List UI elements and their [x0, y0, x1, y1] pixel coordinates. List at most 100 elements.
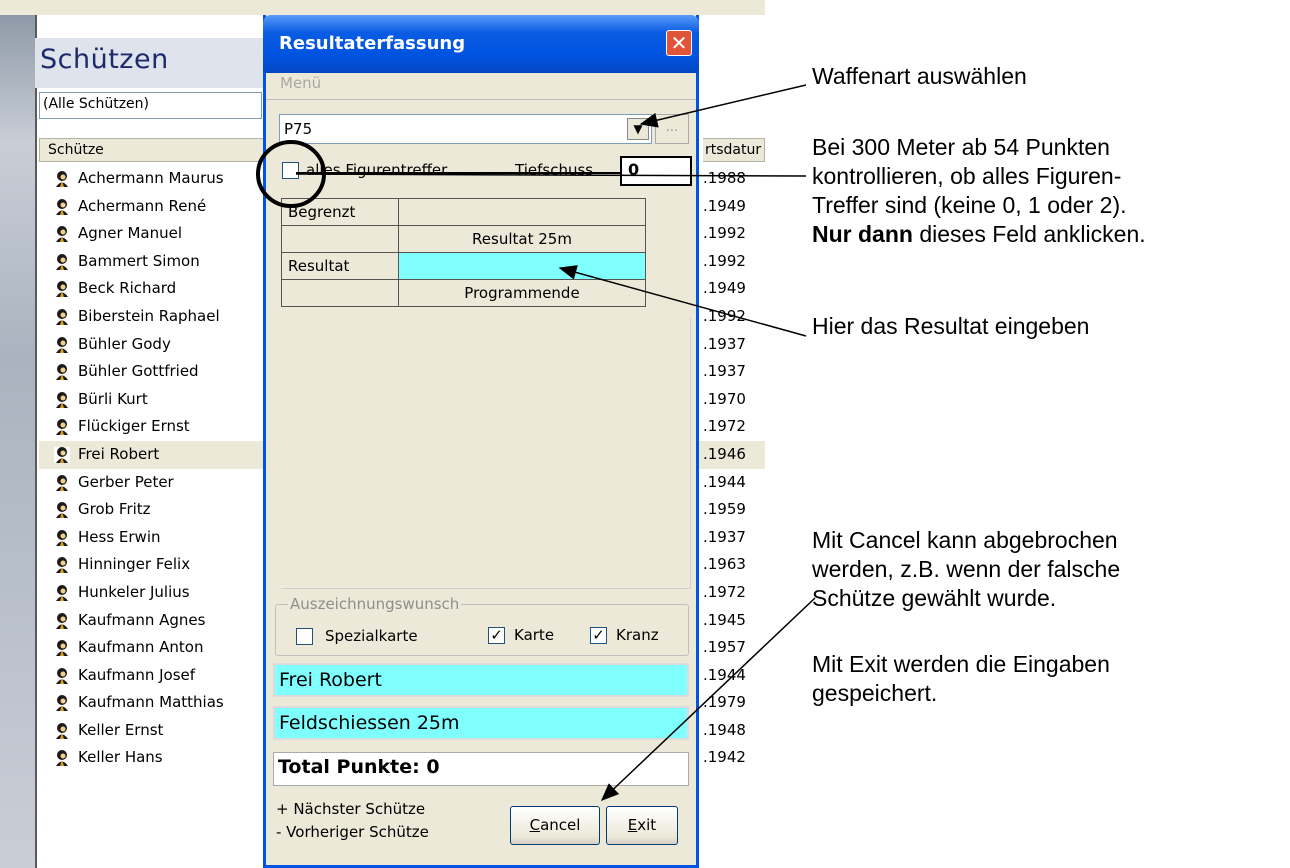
birth-date: .1942 [703, 748, 746, 767]
cancel-label: ancel [540, 816, 581, 834]
birth-date: .1948 [703, 720, 746, 739]
shooter-name: Kaufmann Josef [78, 665, 196, 684]
chevron-down-icon[interactable]: ▼ [627, 118, 649, 140]
next-shooter-hint: + Nächster Schütze [276, 800, 426, 818]
program-field: Feldschiessen 25m [273, 706, 689, 740]
shooter-name: Keller Ernst [78, 720, 164, 739]
browse-button[interactable]: ... [655, 114, 689, 144]
annotation-line-1: Mit Cancel kann abgebrochen [812, 527, 1118, 553]
shooter-name: Kaufmann Matthias [78, 693, 224, 712]
shooter-name: Bühler Gottfried [78, 362, 199, 381]
menu-item-menu[interactable]: Menü [280, 74, 321, 92]
top-toolbar-strip [0, 0, 765, 16]
cancel-button[interactable]: Cancel [510, 806, 600, 845]
karte-label: Karte [514, 626, 555, 644]
spezialkarte-checkbox[interactable] [296, 628, 313, 645]
award-group-label: Auszeichnungswunsch [288, 595, 462, 613]
shooter-filter-select[interactable]: (Alle Schützen) [39, 92, 262, 119]
close-button[interactable]: ✕ [666, 30, 692, 56]
annotation-weapon: Waffenart auswählen [812, 63, 1027, 89]
annotation-bold: Nur dann [812, 221, 913, 247]
shooter-name: Bühler Gody [78, 334, 171, 353]
alles-figurentreffer-checkbox[interactable] [282, 162, 299, 179]
birth-date: .1944 [703, 472, 746, 491]
exit-button[interactable]: Exit [606, 806, 678, 845]
close-icon: ✕ [670, 31, 688, 55]
birth-date: .1946 [703, 444, 746, 463]
result-list-area [281, 318, 691, 589]
shooter-name: Bammert Simon [78, 251, 200, 270]
shooter-name: Agner Manuel [78, 224, 182, 243]
cancel-accesskey: C [529, 816, 541, 834]
birth-date: .1963 [703, 555, 746, 574]
dialog-titlebar: Resultaterfassung ✕ [263, 15, 699, 73]
annotation-rest: dieses Feld anklicken. [912, 221, 1146, 247]
left-window-edge [0, 15, 35, 868]
birth-date: .1972 [703, 417, 746, 436]
dialog-title: Resultaterfassung [279, 33, 466, 54]
annotation-line-3: Treffer sind (keine 0, 1 oder 2). [812, 192, 1127, 218]
result-input-cell[interactable] [398, 252, 646, 280]
shooter-name: Kaufmann Anton [78, 638, 204, 657]
grid-cell-begrenzt: Begrenzt [281, 198, 399, 226]
birth-date: .1979 [703, 693, 746, 712]
grid-cell-empty [281, 225, 399, 253]
shooter-name: Achermann Maurus [78, 169, 224, 187]
app-title: Schützen [40, 44, 169, 75]
shooter-name: Grob Fritz [78, 500, 151, 519]
birth-date: .1959 [703, 500, 746, 519]
exit-label: xit [637, 816, 657, 834]
column-header-name[interactable]: Schütze [39, 138, 265, 162]
shooter-name: Keller Hans [78, 748, 163, 767]
birth-date: .1937 [703, 334, 746, 353]
tiefschuss-input[interactable]: 0 [620, 156, 692, 186]
grid-cell-resultat-25m: Resultat 25m [398, 225, 646, 253]
annotation-line-2: kontrollieren, ob alles Figuren- [812, 163, 1122, 189]
birth-date: .1944 [703, 665, 746, 684]
shooter-name: Biberstein Raphael [78, 306, 220, 325]
menu-divider [266, 99, 696, 100]
kranz-checkbox[interactable]: ✓ [590, 627, 607, 644]
birth-date: .1992 [703, 224, 746, 243]
shooter-name: Gerber Peter [78, 472, 174, 491]
birth-date: .1937 [703, 527, 746, 546]
birth-date: .1988 [703, 169, 746, 187]
total-points-field: Total Punkte: 0 [273, 752, 689, 786]
birth-date: .1949 [703, 279, 746, 298]
karte-checkbox[interactable]: ✓ [488, 627, 505, 644]
shooter-name-field: Frei Robert [273, 663, 689, 697]
shooter-name: Hess Erwin [78, 527, 161, 546]
column-header-date[interactable]: rtsdatur [703, 138, 765, 162]
annotation-line-1: Mit Exit werden die Eingaben [812, 651, 1110, 677]
birth-date: .1957 [703, 638, 746, 657]
grid-cell-empty [281, 279, 399, 307]
tiefschuss-label: Tiefschuss [515, 161, 594, 179]
annotation-figurentreffer: Bei 300 Meter ab 54 Punkten kontrolliere… [812, 133, 1146, 249]
birth-date: .1992 [703, 306, 746, 325]
exit-accesskey: E [627, 816, 638, 834]
shooter-name: Frei Robert [78, 444, 160, 463]
grid-cell-empty [398, 198, 646, 226]
shooter-name: Achermann René [78, 196, 207, 215]
annotation-line-4: Nur dann dieses Feld anklicken. [812, 220, 1146, 249]
shooter-name: Beck Richard [78, 279, 177, 298]
grid-cell-programmende: Programmende [398, 279, 646, 307]
shooter-name: Kaufmann Agnes [78, 610, 206, 629]
shooter-name: Hinninger Felix [78, 555, 191, 574]
birth-date: .1937 [703, 362, 746, 381]
weapon-type-value: P75 [284, 120, 313, 138]
spezialkarte-label: Spezialkarte [325, 627, 418, 645]
previous-shooter-hint: - Vorheriger Schütze [276, 823, 429, 841]
birth-date: .1945 [703, 610, 746, 629]
alles-figurentreffer-label: alles Figurentreffer [306, 161, 448, 179]
grid-cell-resultat: Resultat [281, 252, 399, 280]
shooter-name: Hunkeler Julius [78, 582, 190, 601]
annotation-exit: Mit Exit werden die Eingaben gespeichert… [812, 650, 1110, 708]
birth-date: .1992 [703, 251, 746, 270]
annotation-cancel: Mit Cancel kann abgebrochen werden, z.B.… [812, 526, 1120, 613]
kranz-label: Kranz [616, 626, 659, 644]
weapon-type-combobox[interactable]: P75 ▼ [279, 114, 652, 144]
annotation-line-1: Bei 300 Meter ab 54 Punkten [812, 134, 1110, 160]
annotation-line-2: gespeichert. [812, 680, 938, 706]
annotation-line-2: werden, z.B. wenn der falsche [812, 556, 1121, 582]
